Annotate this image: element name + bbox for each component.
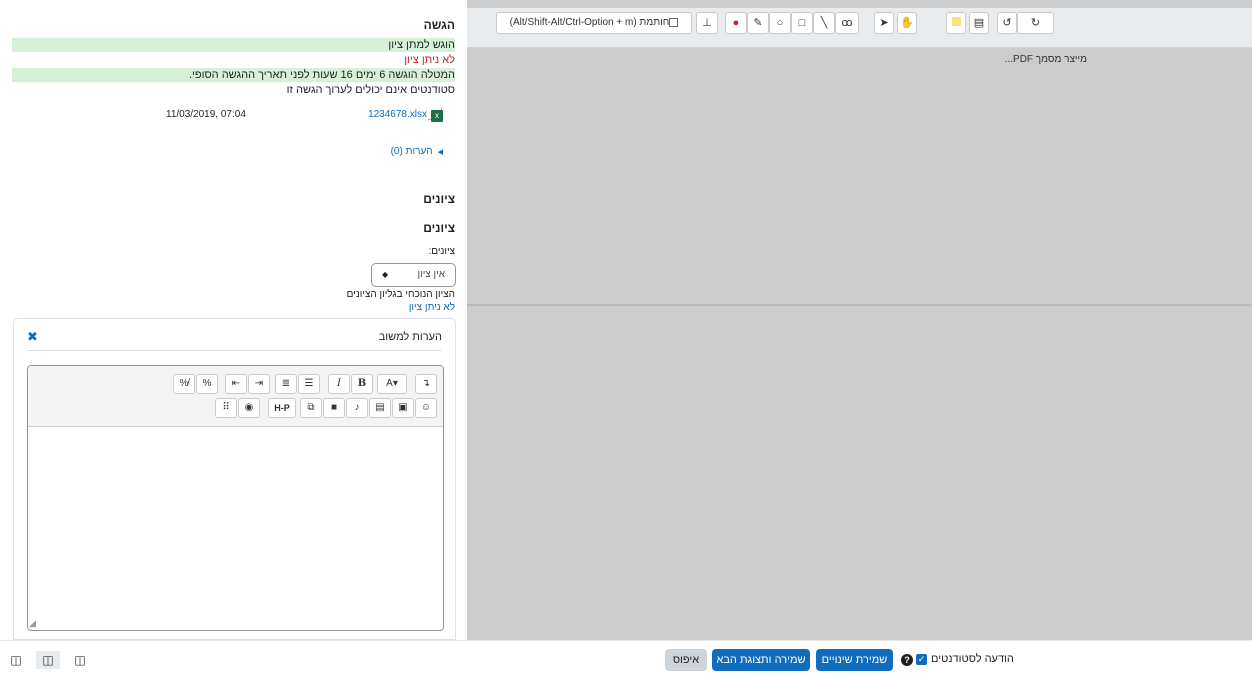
bold-button[interactable]: B [351,374,373,394]
rectangle-tool-button[interactable]: □ [791,12,813,34]
status-not-graded-text: לא ניתן ציון [404,54,455,66]
image-icon[interactable]: ▣ [392,398,414,418]
layout-collapse-review-button[interactable]: ◫ [68,651,92,669]
indent-button[interactable]: ⇥ [248,374,270,394]
oval-icon: ○ [776,17,784,29]
feedback-card: הערות למשוב ✖ ↴ ▾A B I ☰ ≣ ⇥ ⇤ % %̸ ☺ ▣ … [13,318,456,640]
layout-right-icon: ◫ [74,653,86,667]
manage-files-icon[interactable]: ⧉ [300,398,322,418]
collapse-toolbar-button[interactable]: ↴ [415,374,437,394]
save-button[interactable]: שמירת שינויים [816,649,893,671]
italic-button[interactable]: I [328,374,350,394]
hand-icon: ✋ [900,17,914,29]
pen-icon: ꝏ [841,17,853,29]
h5p-icon[interactable]: H-P [268,398,296,418]
pdf-loading-message: מייצר מסמך PDF... [1004,54,1087,65]
resize-handle[interactable]: ◢ [29,618,36,629]
grade-select[interactable]: אין ציון ◆ [371,263,456,287]
notify-students-label: הודעה לסטודנטים [931,653,1014,665]
layout-default-button[interactable]: ◫ [36,651,60,669]
unlink-button[interactable]: %̸ [173,374,195,394]
microphone-icon[interactable]: ♪ [346,398,368,418]
highlighter-icon: ✎ [753,17,763,29]
select-tool-button[interactable]: ➤ [874,12,894,34]
time-remaining-bar: המטלה הוגשה 6 ימים 16 שעות לפני תאריך הה… [12,68,455,82]
cursor-icon: ➤ [879,17,889,29]
grade-select-value: אין ציון [417,269,446,280]
pen-tool-button[interactable]: ꝏ [835,12,859,34]
accessibility-checker-icon[interactable]: ◉ [238,398,260,418]
excel-file-icon: x [431,110,443,122]
redo-icon: ↻ [1030,17,1041,29]
link-button[interactable]: % [196,374,218,394]
caret-left-icon: ◀ [437,149,443,156]
line-icon: ╲ [820,17,828,29]
save-and-next-button[interactable]: שמירה ותצוגת הבא [712,649,810,671]
layout-left-icon: ◫ [10,653,22,667]
bullet-list-button[interactable]: ☰ [298,374,320,394]
redo-button[interactable]: ↻ [1017,12,1054,34]
fullscreen-icon[interactable]: ✖ [27,329,38,345]
outdent-button[interactable]: ⇤ [225,374,247,394]
grades-section-title: ציונים [423,192,455,206]
notify-students-checkbox[interactable]: ✓ [916,654,927,665]
comments-link: הערות (0) [390,146,433,157]
time-remaining-text: המטלה הוגשה 6 ימים 16 שעות לפני תאריך הה… [188,69,455,81]
annotator-toolbar: ↻ ↺ ▤ ✋ ➤ ꝏ ╲ □ ○ ✎ ● ⊥ חותמת (Alt/Shift… [467,8,1252,48]
screenreader-helper-icon[interactable]: ⠿ [215,398,237,418]
checkbox-icon [669,17,679,27]
line-tool-button[interactable]: ╲ [813,12,835,34]
layout-collapse-grade-button[interactable]: ◫ [4,651,28,669]
highlight-color-button[interactable] [946,12,966,34]
font-size-button[interactable]: ▾A [377,374,407,394]
status-not-graded: לא ניתן ציון [12,53,455,67]
status-graded-bar: הוגש למתן ציון [12,38,455,52]
pan-tool-button[interactable]: ✋ [897,12,917,34]
annotation-color-button[interactable]: ● [725,12,747,34]
grades-sub-title: ציונים [423,221,455,235]
undo-button[interactable]: ↺ [997,12,1017,34]
select-arrows-icon: ◆ [382,270,389,279]
stamp-picker-button[interactable]: חותמת (Alt/Shift-Alt/Ctrl-Option + m) [496,12,692,34]
video-icon[interactable]: ■ [323,398,345,418]
undo-icon: ↺ [1002,17,1012,29]
pdf-annotator: ↻ ↺ ▤ ✋ ➤ ꝏ ╲ □ ○ ✎ ● ⊥ חותמת (Alt/Shift… [467,0,1252,640]
stamp-icon: ⊥ [702,17,712,29]
feedback-editor: ↴ ▾A B I ☰ ≣ ⇥ ⇤ % %̸ ☺ ▣ ▤ ♪ ■ ⧉ H-P ◉ … [27,365,444,631]
reset-button[interactable]: איפוס [665,649,707,671]
feedback-header: הערות למשוב ✖ [27,329,442,351]
stamp-label: חותמת (Alt/Shift-Alt/Ctrl-Option + m) [509,17,670,28]
current-grade-value[interactable]: לא ניתן ציון [409,302,455,313]
status-graded-text: הוגש למתן ציון [388,39,455,51]
grading-panel: הגשה הוגש למתן ציון לא ניתן ציון המטלה ה… [0,0,467,640]
comment-icon: ▤ [973,17,985,29]
yellow-swatch-icon [951,17,961,26]
numbered-list-button[interactable]: ≣ [275,374,297,394]
layout-center-icon: ◫ [42,653,54,667]
help-icon[interactable]: ? [901,654,913,666]
edit-note: סטודנטים אינם יכולים לערוך הגשה זו [286,84,455,96]
media-icon[interactable]: ▤ [369,398,391,418]
grade-label: ציונים: [428,246,456,257]
emoji-icon[interactable]: ☺ [415,398,437,418]
current-grade-label: הציון הנוכחי בגליון הציונים [346,289,455,300]
comment-bank-button[interactable]: ▤ [969,12,989,34]
oval-tool-button[interactable]: ○ [769,12,791,34]
submission-file-link[interactable]: 1234678.xlsx [368,109,427,120]
comments-toggle[interactable]: ◀ הערות (0) [391,146,443,157]
highlighter-tool-button[interactable]: ✎ [747,12,769,34]
file-date: 11/03/2019, 07:04 [166,109,246,120]
submission-title: הגשה [423,18,455,32]
feedback-title: הערות למשוב [378,331,442,343]
rectangle-icon: □ [798,17,806,29]
editor-toolbar: ↴ ▾A B I ☰ ≣ ⇥ ⇤ % %̸ ☺ ▣ ▤ ♪ ■ ⧉ H-P ◉ … [28,366,443,427]
stamp-tool-button[interactable]: ⊥ [696,12,718,34]
red-drop-icon: ● [732,17,740,29]
footer-bar: ◫ ◫ ◫ איפוס שמירה ותצוגת הבא שמירת שינוי… [0,640,1252,675]
pdf-page-area [467,48,1252,306]
